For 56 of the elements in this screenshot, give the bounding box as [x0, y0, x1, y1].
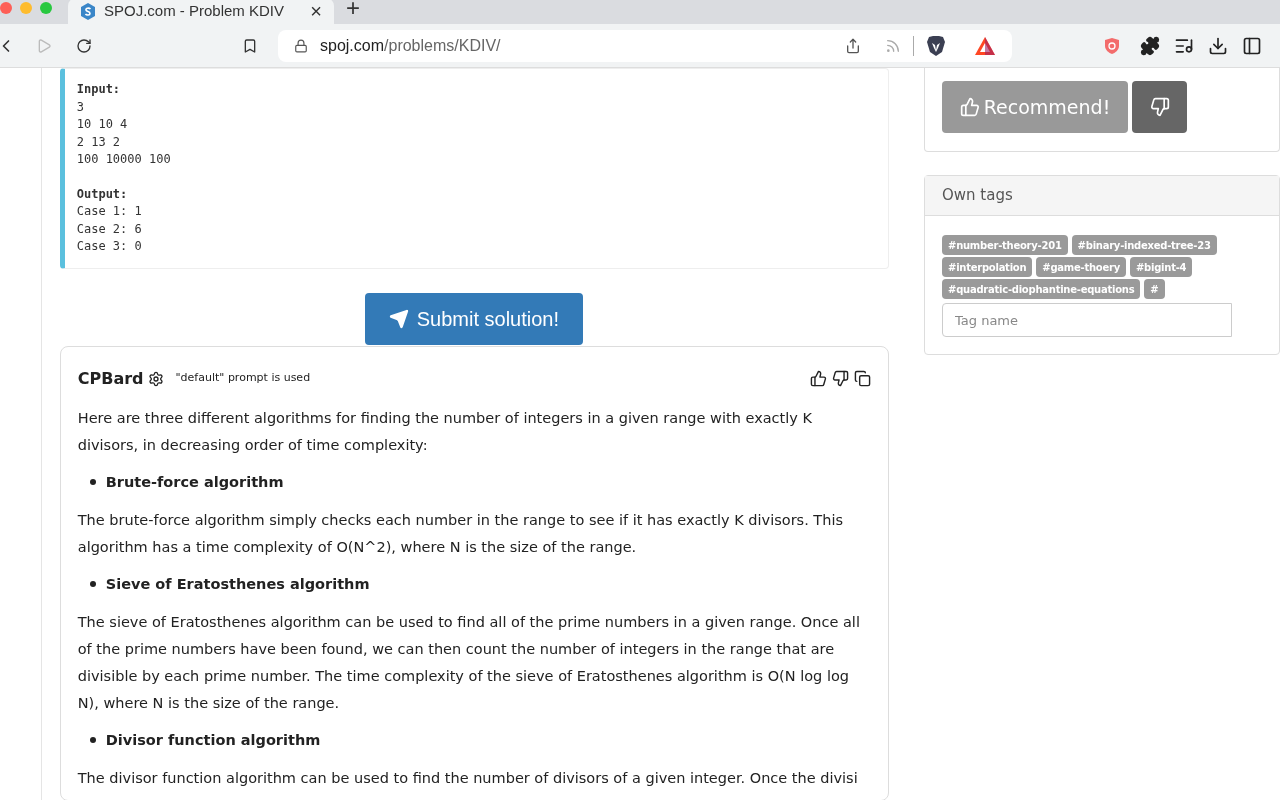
thumbs-down-icon[interactable] [832, 370, 849, 387]
cpbard-title: CPBard [77, 367, 144, 390]
tag-chip[interactable]: #bigint-4 [1129, 257, 1193, 277]
example-line: 10 10 4 [76, 116, 129, 133]
own-tags-title: Own tags [925, 176, 1279, 216]
example-heading: Input: [76, 81, 122, 98]
dislike-button[interactable] [1132, 81, 1187, 133]
thumbs-down-icon [1149, 97, 1170, 117]
bullet-icon [89, 581, 96, 587]
share-icon[interactable] [845, 37, 861, 54]
bullet-text: Divisor function algorithm [105, 730, 321, 750]
tag-chip[interactable]: #number-theory-201 [942, 235, 1068, 255]
triangle-icon[interactable] [974, 35, 996, 56]
copy-icon[interactable] [854, 370, 871, 387]
site-logo-icon [80, 2, 96, 20]
reload-icon[interactable] [76, 37, 92, 54]
answer-paragraph: The brute-force algorithm simply checks each number in the range to see if it has exactly K divisors. This algorithm has a time complexity of O(N^2), where N is the size of the range. [77, 510, 844, 557]
tag-chip[interactable]: #interpolation [942, 257, 1033, 277]
example-line: Case 1: 1 [76, 203, 143, 220]
answer-paragraph: The divisor function algorithm can be used to find the number of divisors of a given integer. Once the divisi [77, 768, 859, 788]
tag-name-input[interactable]: Tag name [942, 303, 1232, 337]
thumbs-up-icon [959, 97, 980, 117]
example-line: Case 2: 6 [76, 220, 143, 238]
thumbs-up-icon[interactable] [810, 370, 827, 387]
prompt-note: "default" prompt is used [175, 370, 311, 387]
tab-title: SPOJ.com - Problem KDIV [104, 0, 286, 21]
bullet-icon [89, 737, 96, 743]
sidebar-icon[interactable] [1242, 35, 1262, 56]
shield-icon[interactable] [1104, 36, 1120, 55]
recommend-button[interactable]: Recommend! [942, 81, 1128, 133]
example-line: 2 13 2 [76, 133, 122, 151]
answer-paragraph: The sieve of Eratosthenes algorithm can be used to find all of the prime numbers in a given range. Once all of the prime numbers have been found, we can then count the number of integers in the range that are divisible by each prime number. The time complexity of the sieve of Eratosthenes algorithm is O(N log log N), where N is the size of the range. [77, 612, 861, 713]
tag-chip[interactable]: # [1144, 279, 1165, 299]
submit-button[interactable]: Submit solution! [364, 292, 583, 345]
extensions-icon[interactable] [1140, 35, 1160, 56]
send-icon [388, 308, 409, 329]
tag-chip[interactable]: #quadratic-diophantine-equations [942, 279, 1141, 299]
address-bar[interactable]: spoj.com/problems/KDIV/ [278, 29, 1012, 62]
close-tab-button[interactable]: × [310, 1, 322, 21]
url-text: spoj.com/problems/KDIV/ [320, 35, 502, 56]
lock-icon [294, 38, 308, 53]
example-line: 3 [76, 98, 85, 116]
browser-tab[interactable]: SPOJ.com - Problem KDIV × [68, 0, 334, 24]
tag-chip[interactable]: #binary-indexed-tree-23 [1071, 235, 1217, 255]
bullet-text: Brute-force algorithm [105, 472, 284, 492]
example-line: Case 3: 0 [76, 238, 143, 255]
download-icon[interactable] [1208, 35, 1228, 56]
new-tab-button[interactable]: + [346, 0, 360, 20]
example-heading: Output: [76, 185, 129, 203]
bullet-text: Sieve of Eratosthenes algorithm [105, 574, 370, 594]
tag-chip[interactable]: #game-thoery [1036, 257, 1126, 277]
settings-icon[interactable] [147, 370, 164, 387]
example-line: 100 10000 100 [76, 151, 172, 168]
bullet-icon [89, 479, 96, 485]
answer-paragraph: Here are three different algorithms for finding the number of integers in a given range with exactly K divisors, in decreasing order of time complexity: [77, 408, 813, 455]
bookmark-icon[interactable] [242, 37, 258, 54]
